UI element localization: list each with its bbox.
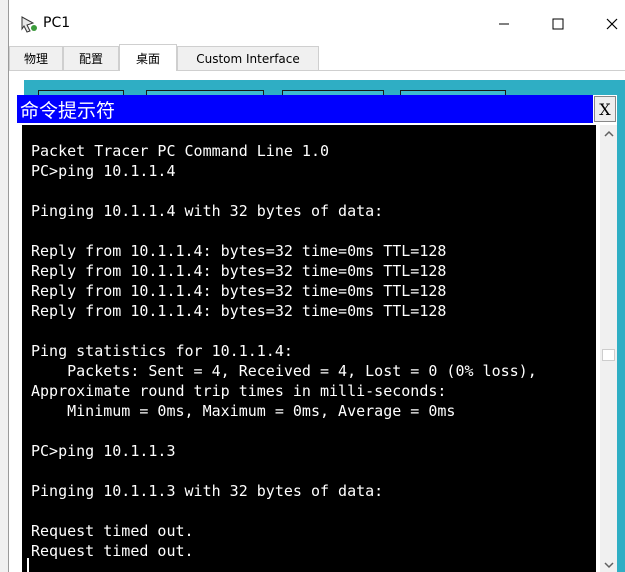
scroll-up-button[interactable]: [600, 125, 617, 142]
terminal-line: Request timed out.: [31, 522, 194, 540]
tab-desktop[interactable]: 桌面: [119, 44, 177, 71]
command-prompt-close-button[interactable]: X: [594, 96, 616, 122]
close-icon: [606, 18, 618, 30]
tab-custom-interface[interactable]: Custom Interface: [177, 46, 319, 70]
terminal-line: Reply from 10.1.1.4: bytes=32 time=0ms T…: [31, 262, 447, 280]
command-prompt-window: 命令提示符 X Packet Tracer PC Command Line 1.…: [17, 95, 617, 572]
chevron-up-icon: [603, 130, 614, 137]
terminal-line: Packets: Sent = 4, Received = 4, Lost = …: [31, 362, 537, 380]
minimize-button[interactable]: [481, 6, 527, 42]
command-prompt-title-bar: 命令提示符: [17, 95, 593, 123]
scroll-thumb[interactable]: [602, 349, 615, 361]
terminal-line: Packet Tracer PC Command Line 1.0: [31, 142, 330, 160]
terminal-line: Approximate round trip times in milli-se…: [31, 382, 447, 400]
terminal-line: PC>ping 10.1.1.3: [31, 442, 176, 460]
terminal-line: Pinging 10.1.1.4 with 32 bytes of data:: [31, 202, 384, 220]
terminal-line: Minimum = 0ms, Maximum = 0ms, Average = …: [31, 402, 456, 420]
maximize-button[interactable]: [535, 6, 581, 42]
terminal-line: PC>ping 10.1.1.4: [31, 162, 176, 180]
minimize-icon: [499, 23, 509, 25]
terminal-output[interactable]: Packet Tracer PC Command Line 1.0 PC>ping…: [22, 125, 596, 572]
terminal-lines: Packet Tracer PC Command Line 1.0 PC>ping…: [31, 141, 537, 561]
terminal-line: Pinging 10.1.1.3 with 32 bytes of data:: [31, 482, 384, 500]
maximize-icon: [552, 18, 564, 30]
vertical-scrollbar[interactable]: [600, 125, 617, 572]
text-cursor: [27, 558, 29, 572]
window-title: PC1: [43, 15, 71, 31]
packet-tracer-icon: [21, 16, 37, 33]
scroll-down-button[interactable]: [600, 557, 617, 572]
background-window-strip: [0, 0, 8, 572]
tab-config[interactable]: 配置: [63, 46, 119, 70]
terminal-line: Reply from 10.1.1.4: bytes=32 time=0ms T…: [31, 302, 447, 320]
title-bar: PC1: [9, 0, 625, 48]
command-prompt-title: 命令提示符: [20, 100, 116, 122]
close-button[interactable]: [589, 6, 625, 42]
chevron-down-icon: [603, 561, 614, 568]
tab-bar: 物理 配置 桌面 Custom Interface: [9, 44, 625, 71]
terminal-line: Reply from 10.1.1.4: bytes=32 time=0ms T…: [31, 242, 447, 260]
tab-physical[interactable]: 物理: [9, 46, 63, 70]
terminal-line: Request timed out.: [31, 542, 194, 560]
terminal-line: Ping statistics for 10.1.1.4:: [31, 342, 293, 360]
terminal-line: Reply from 10.1.1.4: bytes=32 time=0ms T…: [31, 282, 447, 300]
